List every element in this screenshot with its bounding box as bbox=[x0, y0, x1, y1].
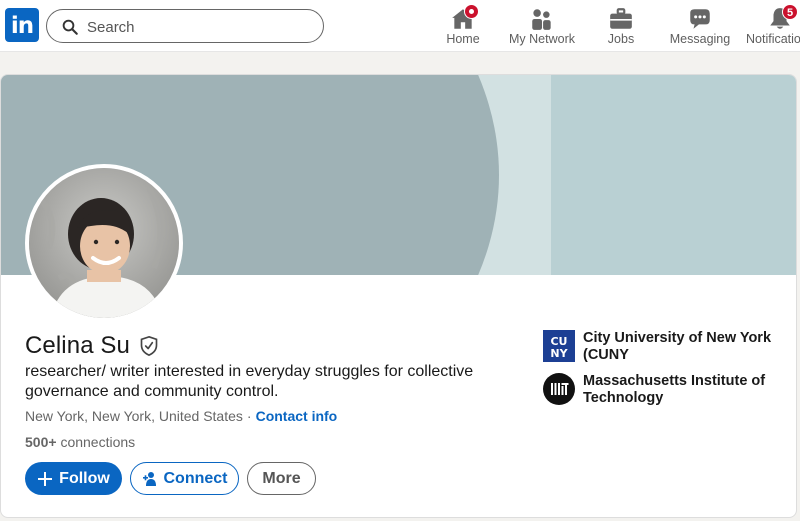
profile-name: Celina Su bbox=[25, 332, 130, 359]
follow-button[interactable]: Follow bbox=[25, 462, 122, 495]
org-name-mit: Massachusetts Institute of Technology bbox=[583, 373, 766, 406]
nav-my-network-label: My Network bbox=[509, 32, 575, 46]
follow-button-label: Follow bbox=[59, 469, 110, 487]
search-icon bbox=[62, 19, 78, 35]
nav-notifications-label: Notifications bbox=[746, 32, 800, 46]
org-name-cuny: City University of New York (CUNY bbox=[583, 330, 772, 363]
profile-photo-image bbox=[29, 168, 179, 318]
org-item-mit[interactable]: Massachusetts Institute of Technology bbox=[543, 373, 783, 407]
more-button[interactable]: More bbox=[247, 462, 316, 495]
add-person-icon bbox=[142, 471, 156, 486]
org-item-cuny[interactable]: CU NY City University of New York (CUNY bbox=[543, 330, 783, 364]
connections-label: connections bbox=[60, 434, 136, 450]
profile-location: New York, New York, United States bbox=[25, 408, 243, 424]
nav-jobs-label: Jobs bbox=[607, 32, 635, 46]
top-nav: in Home My Network Jobs bbox=[0, 0, 800, 52]
linkedin-logo[interactable]: in bbox=[5, 8, 39, 42]
nav-messaging-label: Messaging bbox=[669, 32, 731, 46]
notifications-badge: 5 bbox=[782, 4, 798, 20]
svg-text:NY: NY bbox=[550, 347, 568, 360]
network-icon bbox=[532, 9, 551, 30]
more-button-label: More bbox=[262, 469, 301, 487]
plus-icon bbox=[38, 471, 53, 486]
profile-photo[interactable] bbox=[25, 164, 183, 322]
mit-logo-icon bbox=[543, 373, 575, 405]
verified-shield-icon[interactable] bbox=[139, 335, 159, 357]
profile-name-row: Celina Su bbox=[25, 330, 159, 362]
cuny-logo-icon: CU NY bbox=[543, 330, 575, 362]
connections-number: 500+ bbox=[25, 434, 57, 450]
search-box[interactable] bbox=[46, 9, 324, 43]
connect-button-label: Connect bbox=[163, 469, 228, 487]
briefcase-icon bbox=[610, 8, 632, 29]
nav-messaging[interactable]: Messaging bbox=[668, 4, 732, 50]
nav-home-label: Home bbox=[446, 32, 480, 46]
separator-dot: · bbox=[246, 408, 252, 424]
location-row: New York, New York, United States · Contac… bbox=[25, 408, 337, 424]
nav-home[interactable]: Home bbox=[440, 4, 486, 50]
messaging-icon bbox=[690, 9, 710, 29]
profile-headline: researcher/ writer interested in everyda… bbox=[25, 363, 474, 400]
connect-button[interactable]: Connect bbox=[130, 462, 239, 495]
profile-card: Celina Su researcher/ writer interested … bbox=[0, 74, 797, 518]
contact-info-link[interactable]: Contact info bbox=[256, 408, 338, 424]
nav-jobs[interactable]: Jobs bbox=[600, 4, 642, 50]
nav-my-network[interactable]: My Network bbox=[506, 4, 578, 50]
home-notification-dot bbox=[464, 4, 479, 19]
connections-count[interactable]: 500+ connections bbox=[25, 434, 135, 450]
search-input[interactable] bbox=[87, 16, 307, 38]
nav-notifications[interactable]: 5 Notifications bbox=[744, 4, 800, 50]
